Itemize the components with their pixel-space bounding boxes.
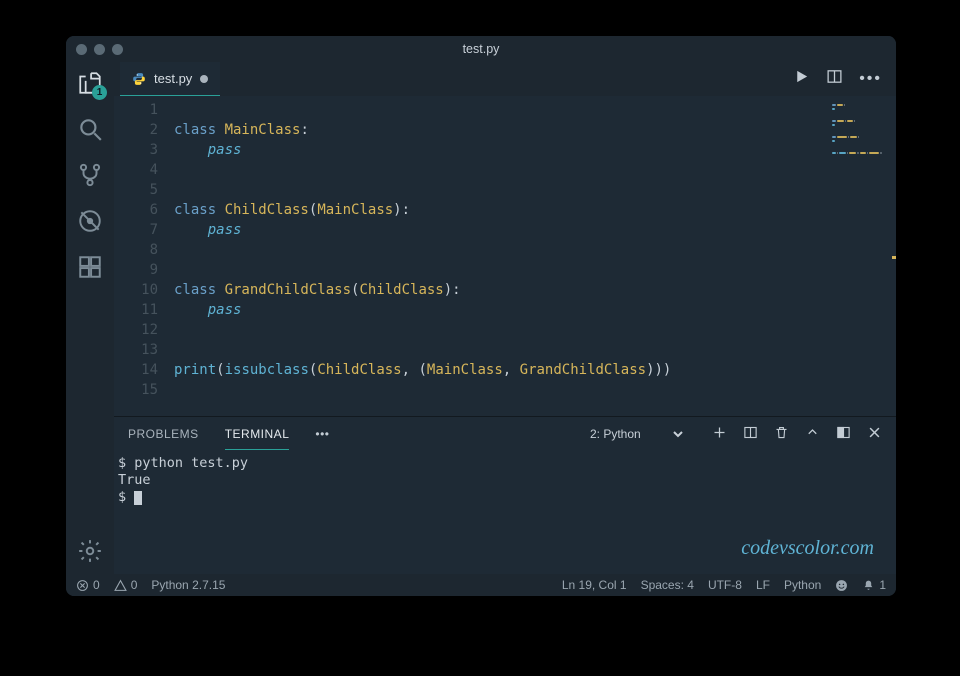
editor-actions: ••• — [793, 62, 896, 96]
window-title: test.py — [66, 42, 896, 56]
toggle-panel-icon[interactable] — [836, 425, 851, 443]
more-actions-icon[interactable]: ••• — [859, 70, 882, 88]
explorer-badge: 1 — [92, 85, 107, 100]
status-interpreter[interactable]: Python 2.7.15 — [151, 578, 225, 592]
run-icon[interactable] — [793, 68, 810, 90]
tab-test-py[interactable]: test.py — [120, 62, 220, 96]
minimap[interactable] — [824, 96, 896, 416]
line-gutter: 123456789101112131415 — [114, 100, 174, 416]
vscode-window: test.py 1 — [66, 36, 896, 596]
status-eol[interactable]: LF — [756, 578, 770, 592]
titlebar: test.py — [66, 36, 896, 62]
watermark: codevscolor.com — [741, 537, 874, 560]
error-icon — [76, 579, 89, 592]
warning-icon — [114, 579, 127, 592]
terminal-selector[interactable]: 2: Python — [586, 426, 686, 442]
tab-problems[interactable]: PROBLEMS — [128, 419, 199, 449]
split-editor-icon[interactable] — [826, 68, 843, 90]
panel: PROBLEMS TERMINAL ••• 2: Python $ python… — [114, 416, 896, 574]
status-feedback-icon[interactable] — [835, 579, 848, 592]
close-panel-icon[interactable] — [867, 425, 882, 443]
explorer-icon[interactable]: 1 — [77, 70, 103, 96]
status-cursor-position[interactable]: Ln 19, Col 1 — [562, 578, 627, 592]
status-encoding[interactable]: UTF-8 — [708, 578, 742, 592]
source-control-icon[interactable] — [77, 162, 103, 188]
tab-label: test.py — [154, 71, 192, 86]
new-terminal-icon[interactable] — [712, 425, 727, 443]
editor-tabs: test.py ••• — [114, 62, 896, 96]
status-warnings[interactable]: 0 — [114, 578, 138, 592]
maximize-panel-icon[interactable] — [805, 425, 820, 443]
search-icon[interactable] — [77, 116, 103, 142]
kill-terminal-icon[interactable] — [774, 425, 789, 443]
settings-gear-icon[interactable] — [77, 538, 103, 564]
status-errors[interactable]: 0 — [76, 578, 100, 592]
debug-icon[interactable] — [77, 208, 103, 234]
status-language[interactable]: Python — [784, 578, 821, 592]
status-notifications[interactable]: 1 — [862, 578, 886, 592]
activity-bar: 1 — [66, 62, 114, 574]
panel-tabs: PROBLEMS TERMINAL ••• 2: Python — [114, 417, 896, 451]
bell-icon — [862, 579, 875, 592]
modified-indicator-icon — [200, 75, 208, 83]
editor[interactable]: 123456789101112131415 class MainClass: p… — [114, 96, 896, 416]
code-area[interactable]: class MainClass: passclass ChildClass(Ma… — [174, 100, 896, 416]
panel-more-icon[interactable]: ••• — [315, 427, 329, 441]
extensions-icon[interactable] — [77, 254, 103, 280]
split-terminal-icon[interactable] — [743, 425, 758, 443]
status-indent[interactable]: Spaces: 4 — [641, 578, 694, 592]
tab-terminal[interactable]: TERMINAL — [225, 419, 290, 450]
status-bar: 0 0 Python 2.7.15 Ln 19, Col 1 Spaces: 4… — [66, 574, 896, 596]
python-file-icon — [132, 72, 146, 86]
overview-ruler-mark — [892, 256, 896, 259]
